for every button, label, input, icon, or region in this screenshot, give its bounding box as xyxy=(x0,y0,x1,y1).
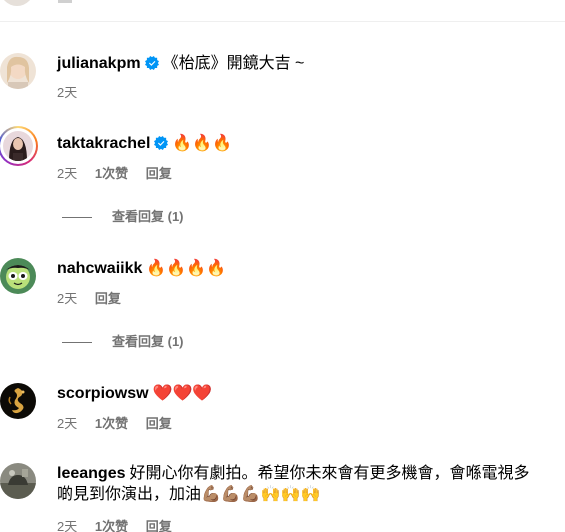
comment-time[interactable]: 2天 xyxy=(57,291,77,306)
avatar[interactable] xyxy=(0,463,36,499)
user-avatar-image xyxy=(0,383,36,419)
comment-meta: 2天 1次赞 回复 xyxy=(57,519,186,532)
verified-badge-icon xyxy=(154,136,169,150)
comment-time[interactable]: 2天 xyxy=(57,85,77,100)
avatar[interactable] xyxy=(0,383,36,419)
avatar[interactable] xyxy=(0,53,36,89)
likes-count[interactable]: 1次赞 xyxy=(95,519,128,532)
reply-button[interactable]: 回复 xyxy=(146,416,172,431)
reply-button[interactable]: 回复 xyxy=(146,519,172,532)
comment-text: ❤️❤️❤️ xyxy=(152,385,213,402)
previous-comment-fragment xyxy=(58,0,72,3)
user-avatar-image xyxy=(3,131,33,161)
view-replies-button[interactable]: 查看回复 (1) xyxy=(62,334,184,350)
comment-username[interactable]: taktakrachel xyxy=(57,135,150,152)
comments-panel: julianakpm 《枱底》開鏡大吉 ~ 2天 taktakrachel 🔥🔥🔥 … xyxy=(0,0,565,532)
reply-button[interactable]: 回复 xyxy=(146,166,172,181)
view-replies-button[interactable]: 查看回复 (1) xyxy=(62,209,184,225)
likes-count[interactable]: 1次赞 xyxy=(95,166,128,181)
comment-time[interactable]: 2天 xyxy=(57,166,77,181)
previous-comment-avatar[interactable] xyxy=(0,0,34,6)
user-avatar-image xyxy=(0,463,36,499)
comment-meta: 2天 xyxy=(57,85,91,101)
view-replies-dash xyxy=(62,217,92,219)
avatar[interactable] xyxy=(0,126,38,166)
comment-username[interactable]: julianakpm xyxy=(57,55,141,72)
reply-button[interactable]: 回复 xyxy=(95,291,121,306)
comment-time[interactable]: 2天 xyxy=(57,519,77,532)
comment-meta: 2天 回复 xyxy=(57,291,135,307)
view-replies-label: 查看回复 (1) xyxy=(112,209,184,224)
view-replies-label: 查看回复 (1) xyxy=(112,334,184,349)
comment-time[interactable]: 2天 xyxy=(57,416,77,431)
comment-text: 🔥🔥🔥 xyxy=(172,135,233,152)
user-avatar-image xyxy=(0,53,36,89)
comment-meta: 2天 1次赞 回复 xyxy=(57,416,186,432)
user-avatar-image xyxy=(0,258,36,294)
comment-text: 🔥🔥🔥🔥 xyxy=(146,260,227,277)
comment-username[interactable]: leeanges xyxy=(57,465,125,482)
view-replies-dash xyxy=(62,342,92,344)
comment-text: 《枱底》開鏡大吉 ~ xyxy=(162,55,305,72)
avatar[interactable] xyxy=(0,258,36,294)
divider xyxy=(0,21,565,22)
likes-count[interactable]: 1次赞 xyxy=(95,416,128,431)
verified-badge-icon xyxy=(144,56,159,70)
comment-text: 好開心你有劇拍。希望你未來會有更多機會，會喺電視多啲見到你演出，加油💪🏽💪🏽💪🏽… xyxy=(57,465,530,503)
comment-meta: 2天 1次赞 回复 xyxy=(57,166,186,182)
comment-username[interactable]: nahcwaiikk xyxy=(57,260,142,277)
comment-username[interactable]: scorpiowsw xyxy=(57,385,149,402)
